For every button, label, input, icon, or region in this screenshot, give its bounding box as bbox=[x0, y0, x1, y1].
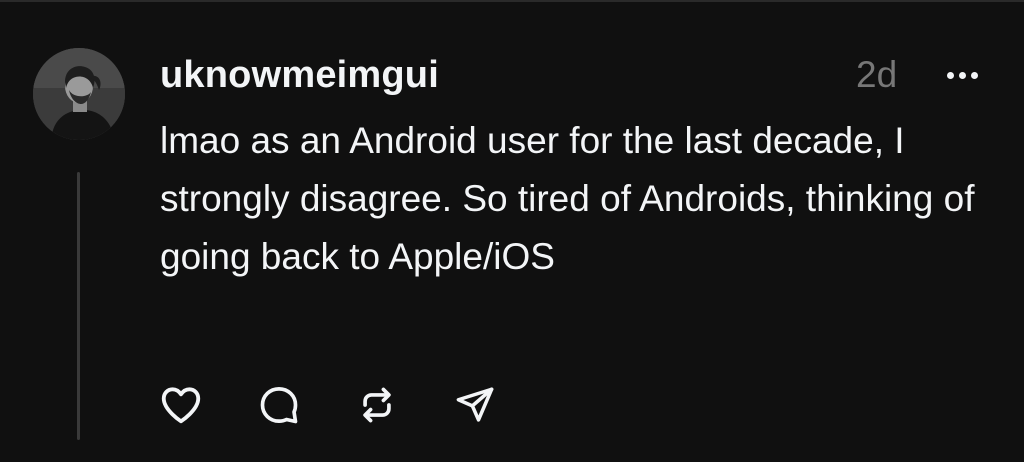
more-options-button[interactable] bbox=[940, 60, 984, 90]
avatar[interactable] bbox=[33, 48, 125, 140]
thread-line bbox=[77, 172, 80, 440]
share-button[interactable] bbox=[450, 380, 500, 430]
send-icon bbox=[456, 387, 494, 422]
comment-icon bbox=[260, 387, 298, 424]
avatar-image bbox=[33, 48, 125, 140]
post-body: lmao as an Android user for the last dec… bbox=[160, 120, 975, 277]
reply-button[interactable] bbox=[254, 380, 304, 430]
timestamp: 2d bbox=[856, 54, 898, 95]
like-button[interactable] bbox=[156, 380, 206, 430]
post-actions bbox=[156, 380, 548, 430]
repost-icon bbox=[363, 387, 391, 423]
more-horizontal-icon bbox=[946, 71, 978, 79]
username[interactable]: uknowmeimgui bbox=[160, 50, 439, 100]
thread-post: uknowmeimgui 2d lmao as an Android user … bbox=[0, 0, 1024, 462]
repost-button[interactable] bbox=[352, 380, 402, 430]
heart-icon bbox=[161, 387, 201, 424]
